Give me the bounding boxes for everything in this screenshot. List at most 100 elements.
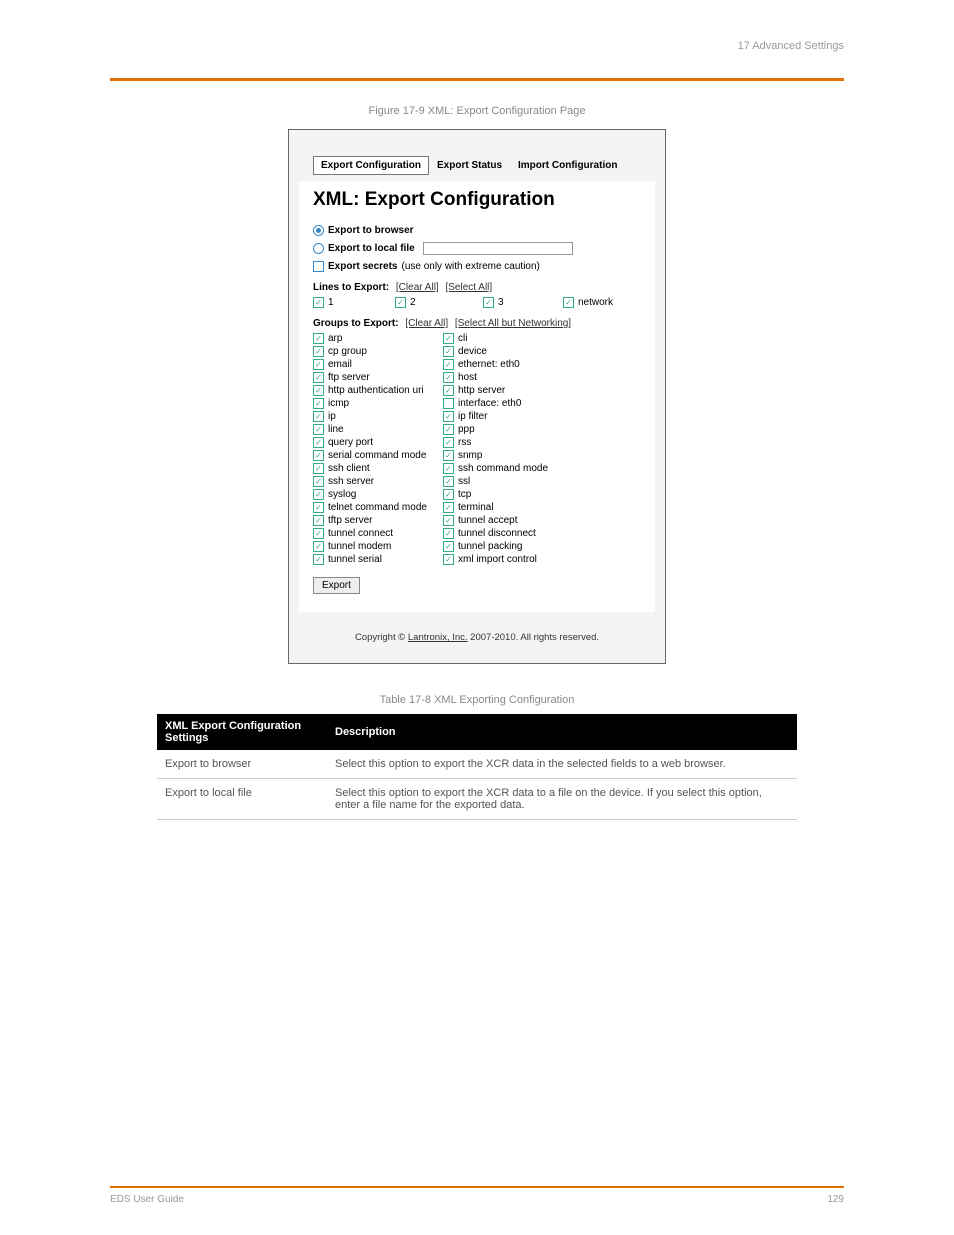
checkbox-group[interactable]	[443, 450, 454, 461]
link-lines-select-all[interactable]: [Select All]	[445, 282, 492, 293]
checkbox-group[interactable]	[313, 541, 324, 552]
checkbox-group[interactable]	[443, 424, 454, 435]
radio-export-local[interactable]	[313, 243, 324, 254]
group-label: tunnel packing	[458, 541, 523, 552]
group-label: cp group	[328, 346, 367, 357]
tab-row: Export Configuration Export Status Impor…	[299, 140, 655, 181]
label-export-local: Export to local file	[328, 243, 415, 254]
export-button[interactable]: Export	[313, 577, 360, 594]
checkbox-group[interactable]	[443, 528, 454, 539]
checkbox-group[interactable]	[313, 359, 324, 370]
page-title: XML: Export Configuration	[313, 189, 641, 211]
group-label: host	[458, 372, 477, 383]
link-groups-clear-all[interactable]: [Clear All]	[405, 318, 448, 329]
checkbox-group[interactable]	[313, 411, 324, 422]
group-label: ftp server	[328, 372, 370, 383]
checkbox-group[interactable]	[443, 463, 454, 474]
checkbox-group[interactable]	[443, 398, 454, 409]
settings-table: XML Export Configuration Settings Descri…	[157, 714, 797, 820]
group-label: device	[458, 346, 487, 357]
group-label: terminal	[458, 502, 494, 513]
th-setting: XML Export Configuration Settings	[157, 714, 327, 750]
checkbox-group[interactable]	[313, 424, 324, 435]
checkbox-line-3[interactable]	[483, 297, 494, 308]
tab-import-config[interactable]: Import Configuration	[510, 156, 625, 175]
table-row: Export to local file Select this option …	[157, 779, 797, 820]
label-export-browser: Export to browser	[328, 225, 414, 236]
checkbox-group[interactable]	[443, 333, 454, 344]
group-label: ssl	[458, 476, 470, 487]
group-label: tunnel connect	[328, 528, 393, 539]
checkbox-group[interactable]	[443, 515, 454, 526]
checkbox-group[interactable]	[313, 554, 324, 565]
checkbox-group[interactable]	[313, 476, 324, 487]
checkbox-group[interactable]	[443, 359, 454, 370]
group-label: http server	[458, 385, 505, 396]
group-label: ip filter	[458, 411, 487, 422]
label-line-3: 3	[498, 297, 504, 308]
checkbox-group[interactable]	[313, 463, 324, 474]
checkbox-group[interactable]	[313, 385, 324, 396]
checkbox-group[interactable]	[443, 372, 454, 383]
tab-export-status[interactable]: Export Status	[429, 156, 510, 175]
checkbox-group[interactable]	[443, 346, 454, 357]
header-right: 17 Advanced Settings	[738, 40, 844, 52]
group-label: tftp server	[328, 515, 372, 526]
checkbox-group[interactable]	[313, 450, 324, 461]
group-label: ip	[328, 411, 336, 422]
checkbox-group[interactable]	[313, 333, 324, 344]
lines-to-export-label: Lines to Export:	[313, 282, 389, 293]
checkbox-group[interactable]	[443, 502, 454, 513]
group-label: ppp	[458, 424, 475, 435]
checkbox-line-2[interactable]	[395, 297, 406, 308]
group-label: ssh command mode	[458, 463, 548, 474]
input-export-local-file[interactable]	[423, 242, 573, 255]
link-lines-clear-all[interactable]: [Clear All]	[396, 282, 439, 293]
copyright-link[interactable]: Lantronix, Inc.	[408, 632, 468, 643]
group-label: telnet command mode	[328, 502, 427, 513]
group-label: http authentication uri	[328, 385, 424, 396]
checkbox-group[interactable]	[443, 437, 454, 448]
copyright: Copyright © Lantronix, Inc. 2007-2010. A…	[299, 622, 655, 653]
checkbox-group[interactable]	[313, 502, 324, 513]
groups-grid: arpclicp groupdeviceemailethernet: eth0f…	[313, 333, 641, 565]
checkbox-group[interactable]	[313, 528, 324, 539]
checkbox-group[interactable]	[313, 515, 324, 526]
table-caption: Table 17-8 XML Exporting Configuration	[110, 694, 844, 706]
label-line-2: 2	[410, 297, 416, 308]
header-rule	[110, 78, 844, 81]
th-description: Description	[327, 714, 797, 750]
checkbox-group[interactable]	[443, 411, 454, 422]
group-label: arp	[328, 333, 342, 344]
checkbox-group[interactable]	[443, 385, 454, 396]
link-groups-select-all-but-net[interactable]: [Select All but Networking]	[455, 318, 571, 329]
footer-right: 129	[827, 1194, 844, 1205]
group-label: syslog	[328, 489, 356, 500]
label-line-network: network	[578, 297, 613, 308]
group-label: tunnel disconnect	[458, 528, 536, 539]
footer-rule	[110, 1186, 844, 1188]
checkbox-line-1[interactable]	[313, 297, 324, 308]
checkbox-group[interactable]	[443, 541, 454, 552]
label-export-secrets: Export secrets	[328, 261, 397, 272]
group-label: tcp	[458, 489, 471, 500]
group-label: line	[328, 424, 344, 435]
checkbox-group[interactable]	[443, 489, 454, 500]
checkbox-group[interactable]	[443, 554, 454, 565]
group-label: email	[328, 359, 352, 370]
radio-export-browser[interactable]	[313, 225, 324, 236]
checkbox-group[interactable]	[313, 489, 324, 500]
checkbox-group[interactable]	[313, 372, 324, 383]
tab-export-config[interactable]: Export Configuration	[313, 156, 429, 175]
checkbox-export-secrets[interactable]	[313, 261, 324, 272]
group-label: snmp	[458, 450, 482, 461]
checkbox-group[interactable]	[313, 437, 324, 448]
checkbox-group[interactable]	[443, 476, 454, 487]
table-row: Export to browser Select this option to …	[157, 750, 797, 779]
checkbox-group[interactable]	[313, 346, 324, 357]
group-label: tunnel modem	[328, 541, 391, 552]
figure-caption: Figure 17-9 XML: Export Configuration Pa…	[110, 105, 844, 117]
checkbox-line-network[interactable]	[563, 297, 574, 308]
checkbox-group[interactable]	[313, 398, 324, 409]
group-label: tunnel serial	[328, 554, 382, 565]
